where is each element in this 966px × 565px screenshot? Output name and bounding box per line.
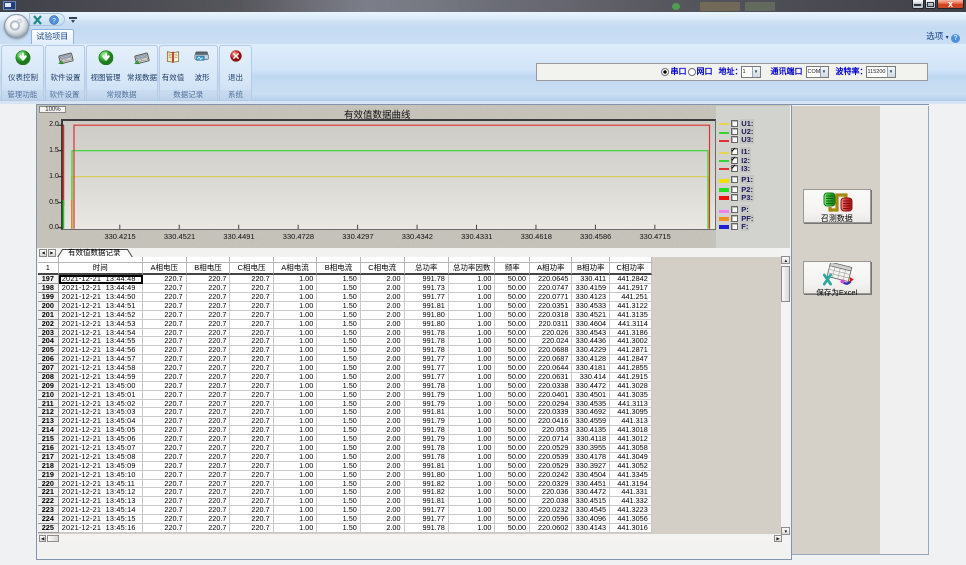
svg-text:?: ? — [52, 17, 56, 24]
